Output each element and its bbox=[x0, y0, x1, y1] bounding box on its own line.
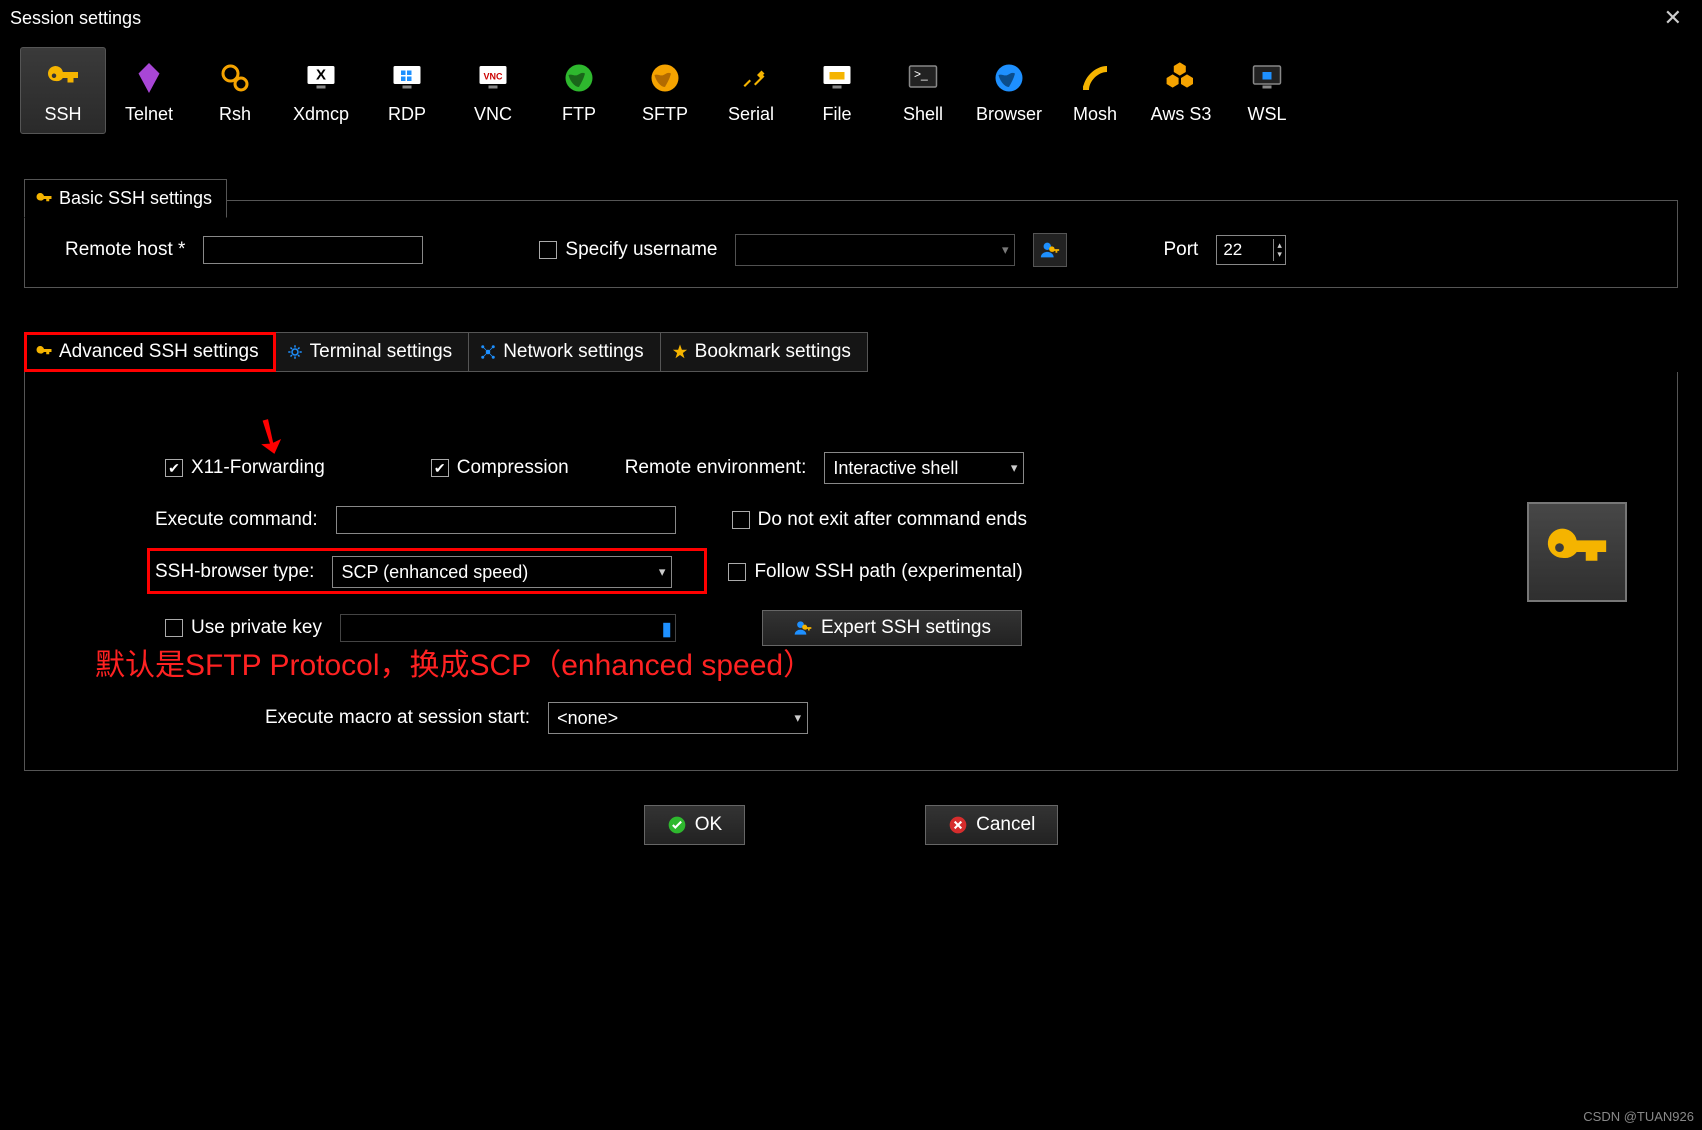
session-type-browser[interactable]: Browser bbox=[966, 47, 1052, 134]
annotation-text: 默认是SFTP Protocol，换成SCP（enhanced speed） bbox=[95, 640, 813, 684]
port-spinner[interactable]: ▴▾ bbox=[1216, 235, 1286, 265]
ssh-browser-type-select[interactable]: SCP (enhanced speed)▾ bbox=[332, 556, 672, 588]
username-select[interactable]: ▾ bbox=[735, 234, 1015, 266]
macro-select[interactable]: <none>▾ bbox=[548, 702, 808, 734]
user-manager-button[interactable] bbox=[1033, 233, 1067, 267]
diamond-icon bbox=[107, 58, 191, 98]
monitor-windows-icon bbox=[365, 58, 449, 98]
globe-green-icon bbox=[537, 58, 621, 98]
follow-ssh-path-checkbox[interactable]: Follow SSH path (experimental) bbox=[728, 561, 1022, 583]
key-icon bbox=[35, 190, 53, 208]
monitor-vnc-icon: VNC bbox=[451, 58, 535, 98]
session-type-mosh[interactable]: Mosh bbox=[1052, 47, 1138, 134]
basic-ssh-tab[interactable]: Basic SSH settings bbox=[24, 179, 227, 218]
port-label: Port bbox=[1163, 239, 1198, 261]
watermark: CSDN @TUAN926 bbox=[1583, 1109, 1694, 1124]
remote-env-label: Remote environment: bbox=[625, 457, 807, 479]
session-type-file[interactable]: File bbox=[794, 47, 880, 134]
network-icon bbox=[479, 343, 497, 361]
session-type-wsl[interactable]: WSL bbox=[1224, 47, 1310, 134]
file-icon[interactable]: ▮ bbox=[661, 618, 671, 641]
globe-orange-icon bbox=[623, 58, 707, 98]
window-title: Session settings bbox=[10, 8, 141, 29]
session-type-aws[interactable]: Aws S3 bbox=[1138, 47, 1224, 134]
remote-host-label: Remote host * bbox=[65, 239, 185, 261]
tab-bookmark[interactable]: Bookmark settings bbox=[661, 332, 868, 372]
check-circle-icon bbox=[667, 815, 687, 835]
session-type-label: SSH bbox=[21, 104, 105, 125]
session-type-serial[interactable]: Serial bbox=[708, 47, 794, 134]
remote-host-input[interactable] bbox=[203, 236, 423, 264]
ssh-key-badge bbox=[1527, 502, 1627, 602]
plug-icon bbox=[709, 58, 793, 98]
session-type-xdmcp[interactable]: X Xdmcp bbox=[278, 47, 364, 134]
gears-icon bbox=[193, 58, 277, 98]
basic-ssh-panel: Basic SSH settings Remote host * Specify… bbox=[24, 200, 1678, 288]
session-type-row: SSH Telnet Rsh X Xdmcp RDP VNC VNC FTP S… bbox=[0, 39, 1702, 144]
satellite-icon bbox=[1053, 58, 1137, 98]
globe-blue-icon bbox=[967, 58, 1051, 98]
dialog-buttons: OK Cancel bbox=[0, 805, 1702, 845]
session-type-shell[interactable]: >_ Shell bbox=[880, 47, 966, 134]
execute-command-label: Execute command: bbox=[155, 509, 318, 531]
session-type-ftp[interactable]: FTP bbox=[536, 47, 622, 134]
key-icon bbox=[21, 58, 105, 98]
close-icon[interactable]: ✕ bbox=[1656, 5, 1690, 31]
remote-env-select[interactable]: Interactive shell▾ bbox=[824, 452, 1024, 484]
advanced-ssh-panel: X11-Forwarding Compression Remote enviro… bbox=[24, 372, 1678, 771]
key-icon bbox=[35, 343, 53, 361]
session-type-sftp[interactable]: SFTP bbox=[622, 47, 708, 134]
svg-text:>_: >_ bbox=[914, 67, 928, 81]
user-key-icon bbox=[793, 618, 813, 638]
monitor-wsl-icon bbox=[1225, 58, 1309, 98]
tab-advanced-ssh[interactable]: Advanced SSH settings bbox=[24, 332, 276, 372]
spinner-arrows[interactable]: ▴▾ bbox=[1273, 239, 1285, 261]
specify-username-checkbox[interactable]: Specify username bbox=[539, 239, 717, 261]
compression-checkbox[interactable]: Compression bbox=[431, 457, 569, 479]
tab-network[interactable]: Network settings bbox=[469, 332, 660, 372]
svg-text:X: X bbox=[316, 67, 326, 84]
titlebar: Session settings ✕ bbox=[0, 0, 1702, 39]
no-exit-checkbox[interactable]: Do not exit after command ends bbox=[732, 509, 1027, 531]
star-icon bbox=[671, 343, 689, 361]
port-input[interactable] bbox=[1217, 236, 1273, 264]
settings-tabs: Advanced SSH settings Terminal settings … bbox=[24, 332, 1678, 372]
gear-icon bbox=[286, 343, 304, 361]
session-type-telnet[interactable]: Telnet bbox=[106, 47, 192, 134]
cancel-button[interactable]: Cancel bbox=[925, 805, 1058, 845]
terminal-icon: >_ bbox=[881, 58, 965, 98]
key-icon bbox=[1542, 517, 1612, 587]
session-type-vnc[interactable]: VNC VNC bbox=[450, 47, 536, 134]
private-key-path-input[interactable] bbox=[340, 614, 676, 642]
session-type-ssh[interactable]: SSH bbox=[20, 47, 106, 134]
monitor-folder-icon bbox=[795, 58, 879, 98]
cross-circle-icon bbox=[948, 815, 968, 835]
user-key-icon bbox=[1039, 239, 1061, 261]
x11-forwarding-checkbox[interactable]: X11-Forwarding bbox=[165, 457, 325, 479]
ssh-browser-type-label: SSH-browser type: bbox=[155, 561, 314, 583]
cubes-icon bbox=[1139, 58, 1223, 98]
session-type-rsh[interactable]: Rsh bbox=[192, 47, 278, 134]
session-type-rdp[interactable]: RDP bbox=[364, 47, 450, 134]
ok-button[interactable]: OK bbox=[644, 805, 745, 845]
use-private-key-checkbox[interactable]: Use private key bbox=[165, 617, 322, 639]
tab-terminal[interactable]: Terminal settings bbox=[276, 332, 470, 372]
execute-command-input[interactable] bbox=[336, 506, 676, 534]
svg-text:VNC: VNC bbox=[483, 72, 503, 82]
monitor-x-icon: X bbox=[279, 58, 363, 98]
macro-label: Execute macro at session start: bbox=[265, 707, 530, 729]
